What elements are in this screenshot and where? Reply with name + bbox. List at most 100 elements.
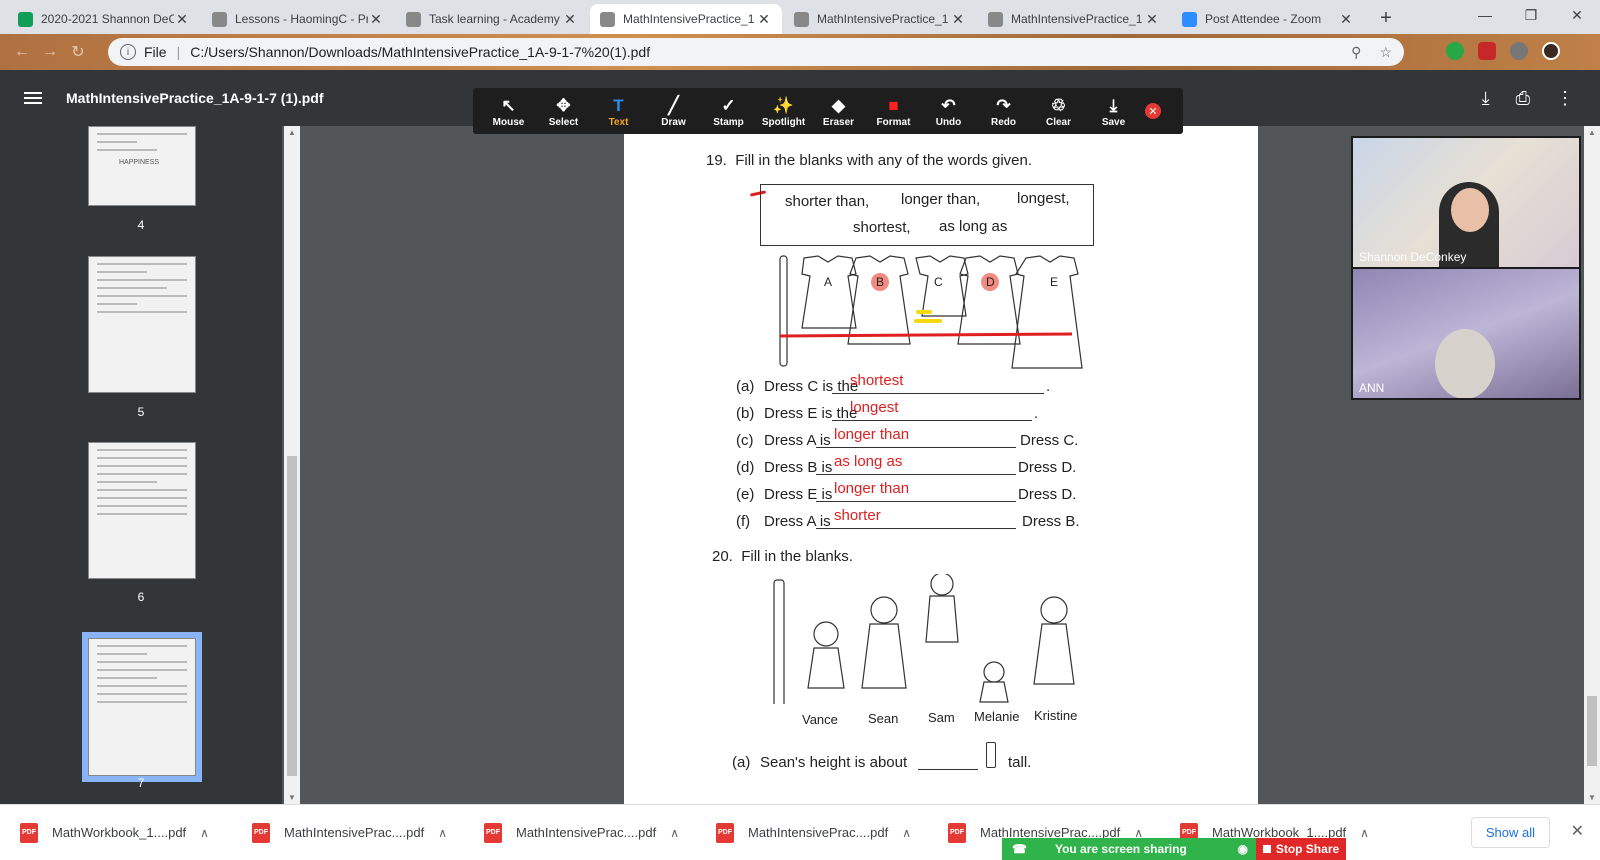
download-item[interactable]: PDF MathIntensivePrac....pdf ∧ <box>696 822 928 843</box>
stop-icon <box>1262 845 1271 853</box>
ublock-icon[interactable] <box>1478 42 1496 60</box>
close-tab-icon[interactable]: ✕ <box>174 11 190 28</box>
tool-text[interactable]: T Text <box>591 95 646 128</box>
close-tab-icon[interactable]: ✕ <box>368 11 384 28</box>
stop-share-button[interactable]: Stop Share <box>1256 838 1346 860</box>
close-window-icon[interactable]: ✕ <box>1554 0 1600 30</box>
forward-icon[interactable]: → <box>36 43 64 61</box>
puzzle-icon[interactable] <box>1510 42 1528 60</box>
video-tile-2[interactable]: ANN <box>1353 269 1579 398</box>
more-vert-icon[interactable]: ⋮ <box>1556 88 1574 109</box>
video-tile-1[interactable]: Shannon DeConkey <box>1353 138 1579 267</box>
person-name: Vance <box>802 712 838 727</box>
tool-save[interactable]: ⤓ Save <box>1086 95 1141 128</box>
question-number: 19. <box>706 152 727 169</box>
scroll-down-icon[interactable]: ▼ <box>288 793 296 802</box>
zoom-lens-icon[interactable]: ⚲ <box>1351 44 1361 61</box>
tool-draw[interactable]: ╱ Draw <box>646 95 701 128</box>
bookmark-star-icon[interactable]: ☆ <box>1379 44 1392 61</box>
browser-tab[interactable]: Task learning - Academy ✕ <box>396 4 588 34</box>
download-filename: MathIntensivePrac....pdf <box>516 825 657 840</box>
show-all-button[interactable]: Show all <box>1470 817 1550 848</box>
close-tab-icon[interactable]: ✕ <box>756 11 772 28</box>
red-baseline <box>779 332 1073 338</box>
tool-redo[interactable]: ↷ Redo <box>976 95 1031 128</box>
scrollbar-thumb[interactable] <box>1587 696 1597 766</box>
tool-spotlight[interactable]: ✨ Spotlight <box>756 95 811 128</box>
tool-stamp[interactable]: ✓ Stamp <box>701 95 756 128</box>
menu-icon[interactable] <box>24 89 42 107</box>
browser-tab[interactable]: MathIntensivePractice_1 ✕ <box>784 4 976 34</box>
profile-avatar[interactable] <box>1542 42 1560 60</box>
browser-tab[interactable]: 2020-2021 Shannon DeC ✕ <box>8 4 200 34</box>
question-20: 20. Fill in the blanks. <box>712 548 853 565</box>
page-thumbnail-7[interactable] <box>88 638 196 776</box>
close-tab-icon[interactable]: ✕ <box>1338 11 1354 28</box>
tab-title: 2020-2021 Shannon DeC <box>41 12 174 26</box>
check-icon: ✓ <box>721 95 736 115</box>
tool-clear[interactable]: ♲ Clear <box>1031 95 1086 128</box>
minimize-icon[interactable]: — <box>1462 0 1508 30</box>
download-icon[interactable]: ⤓ <box>1482 88 1490 109</box>
restore-icon[interactable]: ❐ <box>1508 0 1554 30</box>
scroll-up-icon[interactable]: ▲ <box>1588 128 1596 137</box>
handwritten-answer: longer than <box>834 480 910 497</box>
back-icon[interactable]: ← <box>8 43 36 61</box>
print-icon[interactable]: ⎙ <box>1516 88 1530 109</box>
new-tab-button[interactable]: + <box>1372 4 1400 32</box>
tab-bar: 2020-2021 Shannon DeC ✕ Lessons - HaomingC… <box>0 0 1600 34</box>
close-toolbar-icon[interactable]: ✕ <box>1145 103 1161 119</box>
sidebar-scrollbar[interactable]: ▲ ▼ <box>284 126 300 804</box>
tool-label: Format <box>876 116 911 128</box>
extension-green-icon[interactable] <box>1446 42 1464 60</box>
pen-icon: ╱ <box>668 95 679 115</box>
scroll-down-icon[interactable]: ▼ <box>1588 793 1596 802</box>
omnibox[interactable]: i File | C:/Users/Shannon/Downloads/Math… <box>108 38 1404 66</box>
person-name: Kristine <box>1034 708 1078 723</box>
address-bar: ← → ↻ i File | C:/Users/Shannon/Download… <box>0 34 1600 70</box>
close-tab-icon[interactable]: ✕ <box>1144 11 1160 28</box>
close-tab-icon[interactable]: ✕ <box>562 11 578 28</box>
page-scrollbar[interactable]: ▲ ▼ <box>1584 126 1600 804</box>
tool-undo[interactable]: ↶ Undo <box>921 95 976 128</box>
scroll-up-icon[interactable]: ▲ <box>288 128 296 137</box>
scrollbar-thumb[interactable] <box>287 456 297 776</box>
word-option: shortest, <box>853 219 911 236</box>
answer-suffix: . <box>1034 405 1039 422</box>
tool-select[interactable]: ✥ Select <box>536 95 591 128</box>
trash-icon: ♲ <box>1050 95 1067 115</box>
browser-tab[interactable]: Post Attendee - Zoom ✕ <box>1172 4 1364 34</box>
tool-mouse[interactable]: ↖ Mouse <box>481 95 536 128</box>
tool-eraser[interactable]: ◆ Eraser <box>811 95 866 128</box>
close-tab-icon[interactable]: ✕ <box>950 11 966 28</box>
download-item[interactable]: PDF MathIntensivePrac....pdf ∧ <box>464 822 696 843</box>
chevron-up-icon[interactable]: ∧ <box>200 826 209 840</box>
word-option: shorter than, <box>785 193 870 210</box>
text-icon: T <box>613 95 624 115</box>
tool-format[interactable]: ■ Format <box>866 95 921 128</box>
url-text[interactable]: C:/Users/Shannon/Downloads/MathIntensive… <box>190 44 650 60</box>
browser-tab[interactable]: Lessons - HaomingC - Pr ✕ <box>202 4 394 34</box>
screen-sharing-indicator[interactable]: ☎ You are screen sharing ◉ <box>1002 838 1256 860</box>
close-downloads-icon[interactable]: ✕ <box>1571 821 1584 841</box>
pdf-title: MathIntensivePractice_1A-9-1-7 (1).pdf <box>66 90 324 106</box>
page-thumbnail-5[interactable] <box>88 256 196 393</box>
download-item[interactable]: PDF MathIntensivePrac....pdf ∧ <box>232 822 464 843</box>
chevron-up-icon[interactable]: ∧ <box>438 826 447 840</box>
dress-label: D <box>986 275 995 289</box>
page-thumbnail-6[interactable] <box>88 442 196 579</box>
tool-label: Mouse <box>492 116 525 128</box>
info-icon[interactable]: i <box>120 44 136 60</box>
chevron-up-icon[interactable]: ∧ <box>1360 826 1369 840</box>
download-item[interactable]: PDF MathWorkbook_1....pdf ∧ <box>0 822 232 843</box>
shield-icon: ◉ <box>1237 842 1248 856</box>
chevron-up-icon[interactable]: ∧ <box>670 826 679 840</box>
chevron-up-icon[interactable]: ∧ <box>902 826 911 840</box>
page-thumbnail-4[interactable]: HAPPINESS <box>88 126 196 206</box>
url-scheme: File <box>144 44 167 60</box>
question-prompt: Fill in the blanks with any of the words… <box>735 152 1033 169</box>
extensions <box>1446 42 1560 60</box>
browser-tab[interactable]: MathIntensivePractice_1 ✕ <box>590 4 782 34</box>
browser-tab[interactable]: MathIntensivePractice_1 ✕ <box>978 4 1170 34</box>
reload-icon[interactable]: ↻ <box>64 42 92 62</box>
